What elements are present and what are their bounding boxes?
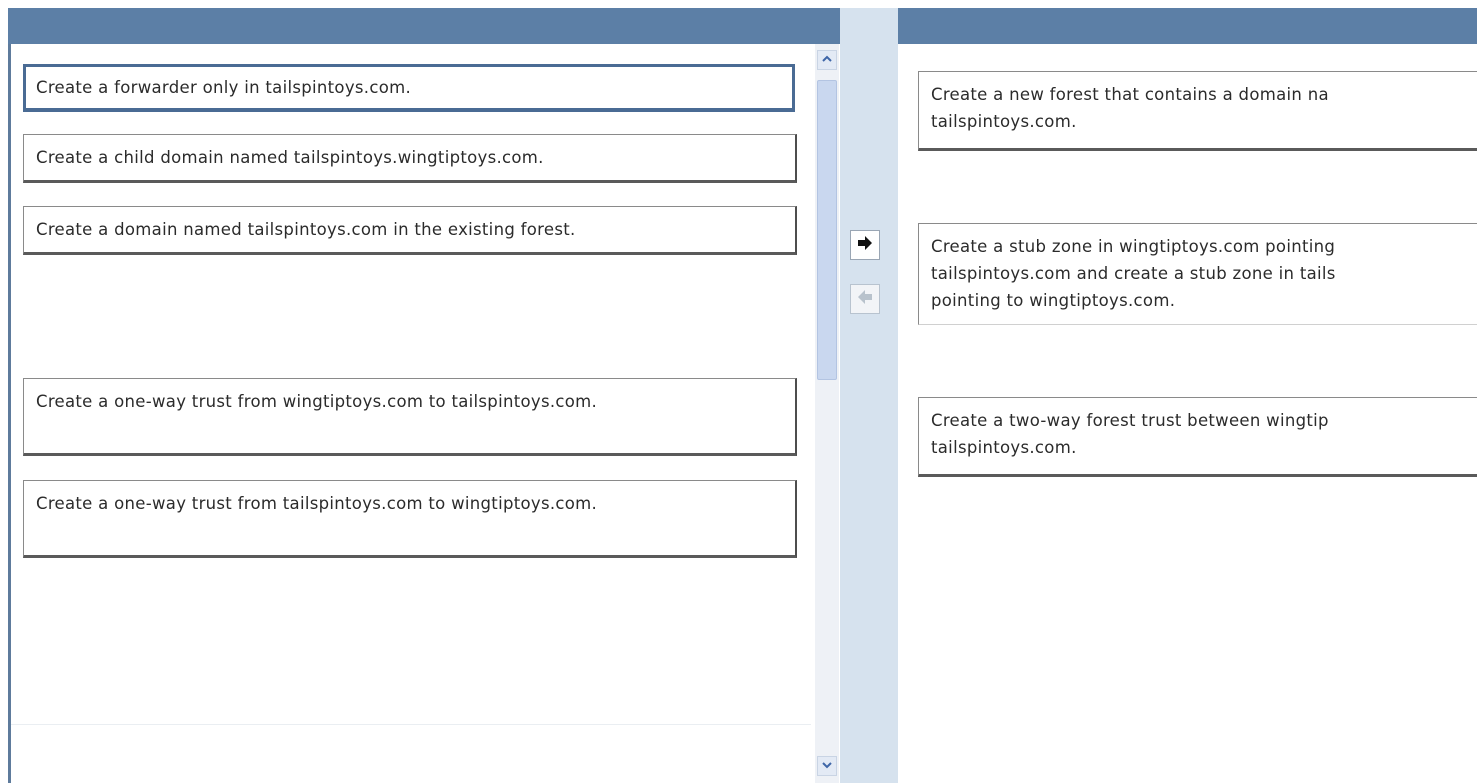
answer-option[interactable]: Create a domain named tailspintoys.com i…	[23, 206, 797, 255]
answer-choices-panel: Create a forwarder only in tailspintoys.…	[8, 8, 840, 783]
answer-option[interactable]: Create a one-way trust from tailspintoys…	[23, 480, 797, 558]
answer-slot-line: tailspintoys.com and create a stub zone …	[931, 264, 1336, 283]
move-controls	[840, 8, 898, 783]
answer-area-panel: Create a new forest that contains a doma…	[898, 8, 1477, 783]
drag-drop-question: Create a forwarder only in tailspintoys.…	[0, 0, 1477, 783]
answer-choices-list: Create a forwarder only in tailspintoys.…	[11, 44, 811, 783]
answer-option[interactable]: Create a forwarder only in tailspintoys.…	[23, 64, 795, 112]
answer-choices-header	[8, 8, 840, 44]
answer-slot-line: Create a stub zone in wingtiptoys.com po…	[931, 237, 1336, 256]
answer-slot[interactable]: Create a new forest that contains a doma…	[918, 71, 1477, 151]
answer-option-text: Create a one-way trust from tailspintoys…	[36, 494, 598, 513]
move-right-button[interactable]	[850, 230, 880, 260]
chevron-up-icon[interactable]	[817, 50, 837, 70]
answer-slot-line: tailspintoys.com.	[931, 112, 1077, 131]
arrow-left-icon	[856, 288, 874, 310]
vertical-scrollbar[interactable]	[815, 44, 839, 783]
chevron-down-icon[interactable]	[817, 756, 837, 776]
arrow-right-icon	[856, 234, 874, 256]
answer-slot[interactable]: Create a stub zone in wingtiptoys.com po…	[918, 223, 1477, 325]
answer-slot-line: pointing to wingtiptoys.com.	[931, 291, 1176, 310]
answer-option-text: Create a one-way trust from wingtiptoys.…	[36, 392, 598, 411]
answer-slot[interactable]: Create a two-way forest trust between wi…	[918, 397, 1477, 477]
move-left-button[interactable]	[850, 284, 880, 314]
scroll-thumb[interactable]	[817, 80, 837, 380]
answer-slot-line: Create a two-way forest trust between wi…	[931, 411, 1329, 430]
answer-option[interactable]: Create a one-way trust from wingtiptoys.…	[23, 378, 797, 456]
answer-area-header	[898, 8, 1477, 44]
answer-slot-line: Create a new forest that contains a doma…	[931, 85, 1329, 104]
answer-option[interactable]: Create a child domain named tailspintoys…	[23, 134, 797, 183]
list-divider	[11, 724, 811, 725]
answer-slot-line: tailspintoys.com.	[931, 438, 1077, 457]
